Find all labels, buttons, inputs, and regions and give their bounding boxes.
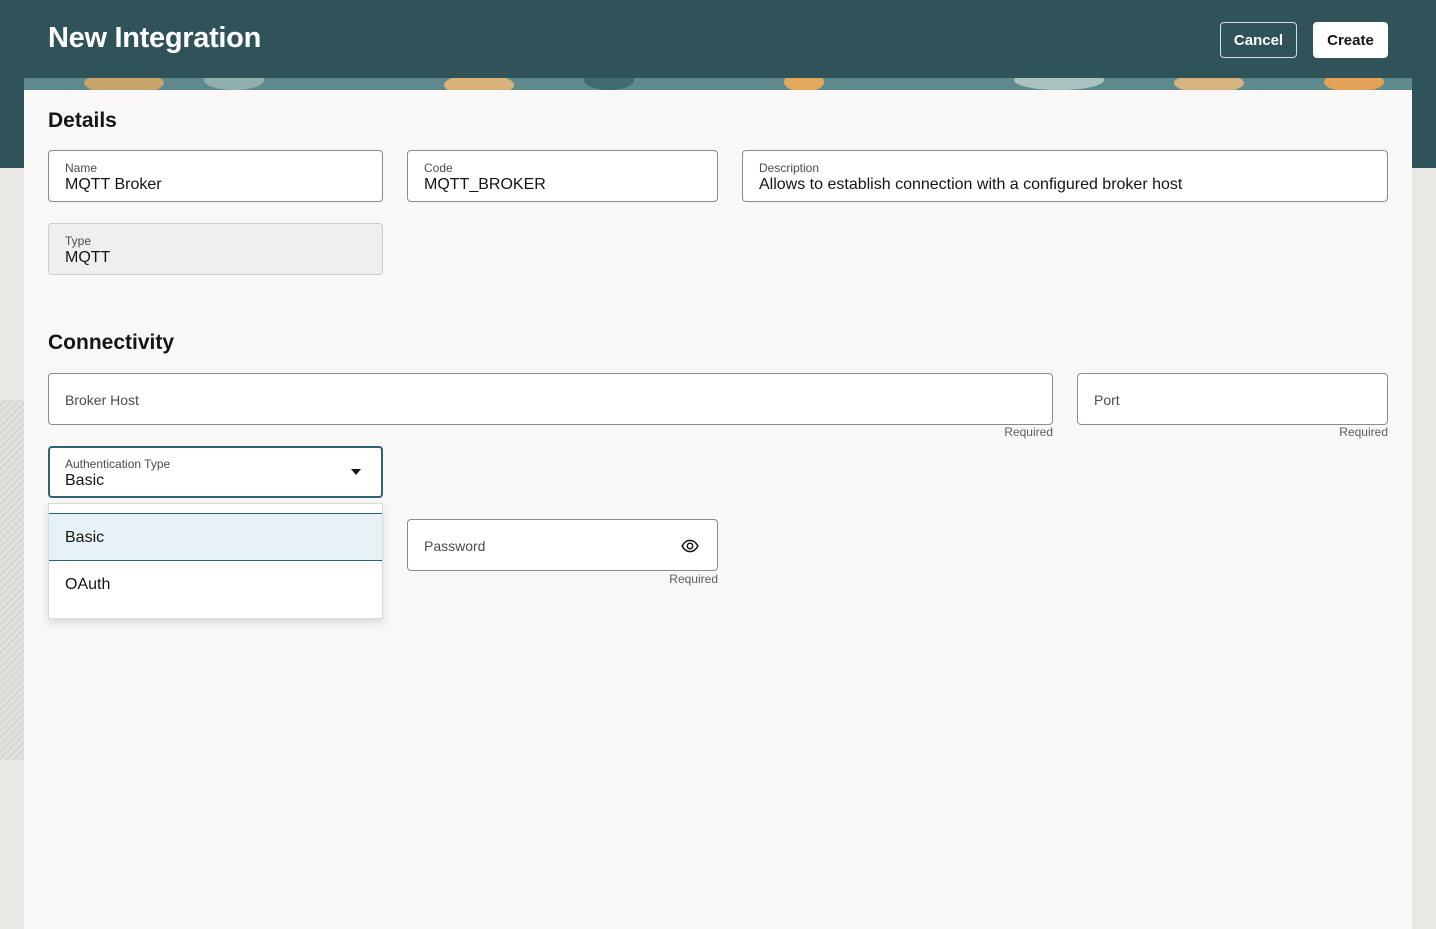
code-field[interactable]: Code MQTT_BROKER — [407, 150, 718, 202]
dropdown-option-oauth[interactable]: OAuth — [49, 561, 382, 609]
type-field-value: MQTT — [65, 249, 111, 266]
details-section-title: Details — [48, 109, 117, 132]
code-field-label: Code — [424, 161, 453, 175]
port-placeholder: Port — [1094, 392, 1120, 408]
type-field-label: Type — [65, 234, 92, 248]
create-button[interactable]: Create — [1313, 22, 1388, 58]
connectivity-section-title: Connectivity — [48, 331, 175, 354]
description-field-label: Description — [759, 161, 820, 175]
description-field[interactable]: Description Allows to establish connecti… — [742, 150, 1388, 202]
dropdown-option-label: Basic — [65, 529, 105, 546]
broker-host-required-text: Required — [1004, 425, 1053, 439]
authentication-type-value: Basic — [65, 472, 105, 489]
password-required-text: Required — [669, 572, 718, 586]
code-field-value: MQTT_BROKER — [424, 176, 546, 193]
description-field-value: Allows to establish connection with a co… — [759, 176, 1183, 193]
cancel-button[interactable]: Cancel — [1220, 22, 1297, 58]
page-title: New Integration — [48, 22, 262, 54]
authentication-type-select[interactable]: Authentication Type Basic — [48, 446, 383, 498]
authentication-type-dropdown: Basic OAuth — [48, 503, 383, 619]
dropdown-option-label: OAuth — [65, 576, 111, 593]
broker-host-input[interactable]: Broker Host — [48, 373, 1053, 425]
background-texture — [0, 400, 24, 760]
port-required-text: Required — [1339, 425, 1388, 439]
broker-host-placeholder: Broker Host — [65, 392, 139, 408]
eye-icon[interactable] — [681, 537, 699, 555]
name-field-label: Name — [65, 161, 98, 175]
authentication-type-label: Authentication Type — [65, 457, 171, 471]
name-field-value: MQTT Broker — [65, 176, 162, 193]
password-placeholder: Password — [424, 538, 486, 554]
caret-down-icon[interactable] — [351, 469, 361, 475]
type-field: Type MQTT — [48, 223, 383, 275]
password-input[interactable]: Password — [407, 519, 718, 571]
port-input[interactable]: Port — [1077, 373, 1388, 425]
name-field[interactable]: Name MQTT Broker — [48, 150, 383, 202]
dropdown-option-basic[interactable]: Basic — [49, 513, 382, 561]
